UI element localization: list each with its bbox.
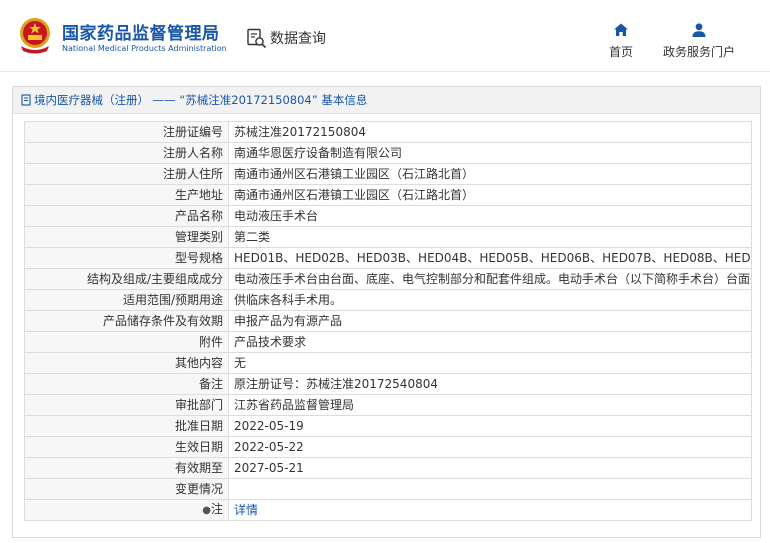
table-value: 2022-05-22 <box>228 436 752 458</box>
table-row: 管理类别 第二类 <box>24 226 752 248</box>
table-row: 生效日期 2022-05-22 <box>24 436 752 458</box>
table-key: 管理类别 <box>24 226 229 248</box>
nav-service-portal[interactable]: 政务服务门户 <box>663 22 735 60</box>
note-key-label: 注 <box>210 502 223 516</box>
table-row: 注册证编号 苏械注准20172150804 <box>24 121 752 143</box>
data-query-label: 数据查询 <box>270 31 326 47</box>
table-row: ●注 详情 <box>24 499 752 521</box>
breadcrumb-text: 境内医疗器械（注册） —— “苏械注准20172150804” 基本信息 <box>34 93 368 107</box>
details-link[interactable]: 详情 <box>234 503 258 517</box>
table-row: 产品储存条件及有效期 申报产品为有源产品 <box>24 310 752 332</box>
table-key: 审批部门 <box>24 394 229 416</box>
table-key: 备注 <box>24 373 229 395</box>
table-row: 审批部门 江苏省药品监督管理局 <box>24 394 752 416</box>
table-value: 无 <box>228 352 752 374</box>
table-key: 其他内容 <box>24 352 229 374</box>
table-row: 变更情况 <box>24 478 752 500</box>
table-value: 南通华恩医疗设备制造有限公司 <box>228 142 752 164</box>
table-value: 原注册证号：苏械注准20172540804 <box>228 373 752 395</box>
table-key: 产品储存条件及有效期 <box>24 310 229 332</box>
data-query-link[interactable]: 数据查询 <box>246 26 326 50</box>
table-key: 注册人名称 <box>24 142 229 164</box>
site-subtitle: National Medical Products Administration <box>62 44 227 53</box>
table-row: 附件 产品技术要求 <box>24 331 752 353</box>
table-value: 苏械注准20172150804 <box>228 121 752 143</box>
table-key: 适用范围/预期用途 <box>24 289 229 311</box>
national-emblem-icon <box>20 18 50 54</box>
nav-service-portal-label: 政务服务门户 <box>663 45 736 59</box>
table-key: 生效日期 <box>24 436 229 458</box>
table-value: 南通市通州区石港镇工业园区（石江路北首） <box>228 163 752 185</box>
site-title: 国家药品监督管理局 <box>62 24 220 44</box>
table-key: 注册人住所 <box>24 163 229 185</box>
nav-home-label: 首页 <box>609 45 634 59</box>
table-value: 产品技术要求 <box>228 331 752 353</box>
table-key: 有效期至 <box>24 457 229 479</box>
table-row: 批准日期 2022-05-19 <box>24 415 752 437</box>
table-row: 生产地址 南通市通州区石港镇工业园区（石江路北首） <box>24 184 752 206</box>
table-row: 有效期至 2027-05-21 <box>24 457 752 479</box>
table-value: 供临床各科手术用。 <box>228 289 752 311</box>
table-row: 产品名称 电动液压手术台 <box>24 205 752 227</box>
table-key: 产品名称 <box>24 205 229 227</box>
home-icon <box>614 23 628 36</box>
table-value: HED01B、HED02B、HED03B、HED04B、HED05B、HED06… <box>228 247 752 269</box>
table-value: 电动液压手术台由台面、底座、电气控制部分和配套件组成。电动手术台（以下简称手术台… <box>228 268 752 290</box>
table-key: 变更情况 <box>24 478 229 500</box>
table-key: 生产地址 <box>24 184 229 206</box>
detail-panel: 境内医疗器械（注册） —— “苏械注准20172150804” 基本信息 注册证… <box>12 86 761 538</box>
user-icon <box>692 23 706 37</box>
table-row: 注册人住所 南通市通州区石港镇工业园区（石江路北首） <box>24 163 752 185</box>
table-value: 第二类 <box>228 226 752 248</box>
table-value: 2022-05-19 <box>228 415 752 437</box>
table-key: 批准日期 <box>24 415 229 437</box>
table-row: 结构及组成/主要组成成分 电动液压手术台由台面、底座、电气控制部分和配套件组成。电… <box>24 268 752 290</box>
nav-home[interactable]: 首页 <box>609 22 633 60</box>
table-value <box>228 478 752 500</box>
pin-icon: ● <box>202 505 211 516</box>
table-row: 型号规格 HED01B、HED02B、HED03B、HED04B、HED05B、H… <box>24 247 752 269</box>
breadcrumb: 境内医疗器械（注册） —— “苏械注准20172150804” 基本信息 <box>13 87 760 114</box>
table-value: 2027-05-21 <box>228 457 752 479</box>
table-key: 注册证编号 <box>24 121 229 143</box>
table-key: 型号规格 <box>24 247 229 269</box>
table-value: 江苏省药品监督管理局 <box>228 394 752 416</box>
document-search-icon <box>247 28 267 48</box>
table-key: ●注 <box>24 499 229 521</box>
table-key: 结构及组成/主要组成成分 <box>24 268 229 290</box>
table-value: 电动液压手术台 <box>228 205 752 227</box>
site-header: 国家药品监督管理局 National Medical Products Admi… <box>0 0 770 72</box>
table-row: 其他内容无 <box>24 352 752 374</box>
table-row: 适用范围/预期用途 供临床各科手术用。 <box>24 289 752 311</box>
table-row: 备注 原注册证号：苏械注准20172540804 <box>24 373 752 395</box>
table-key: 附件 <box>24 331 229 353</box>
document-icon <box>21 94 31 106</box>
table-value: 南通市通州区石港镇工业园区（石江路北首） <box>228 184 752 206</box>
table-row: 注册人名称 南通华恩医疗设备制造有限公司 <box>24 142 752 164</box>
table-value: 详情 <box>228 499 752 521</box>
table-value: 申报产品为有源产品 <box>228 310 752 332</box>
detail-table: 注册证编号 苏械注准20172150804 注册人名称 南通华恩医疗设备制造有限公司注… <box>24 121 752 521</box>
